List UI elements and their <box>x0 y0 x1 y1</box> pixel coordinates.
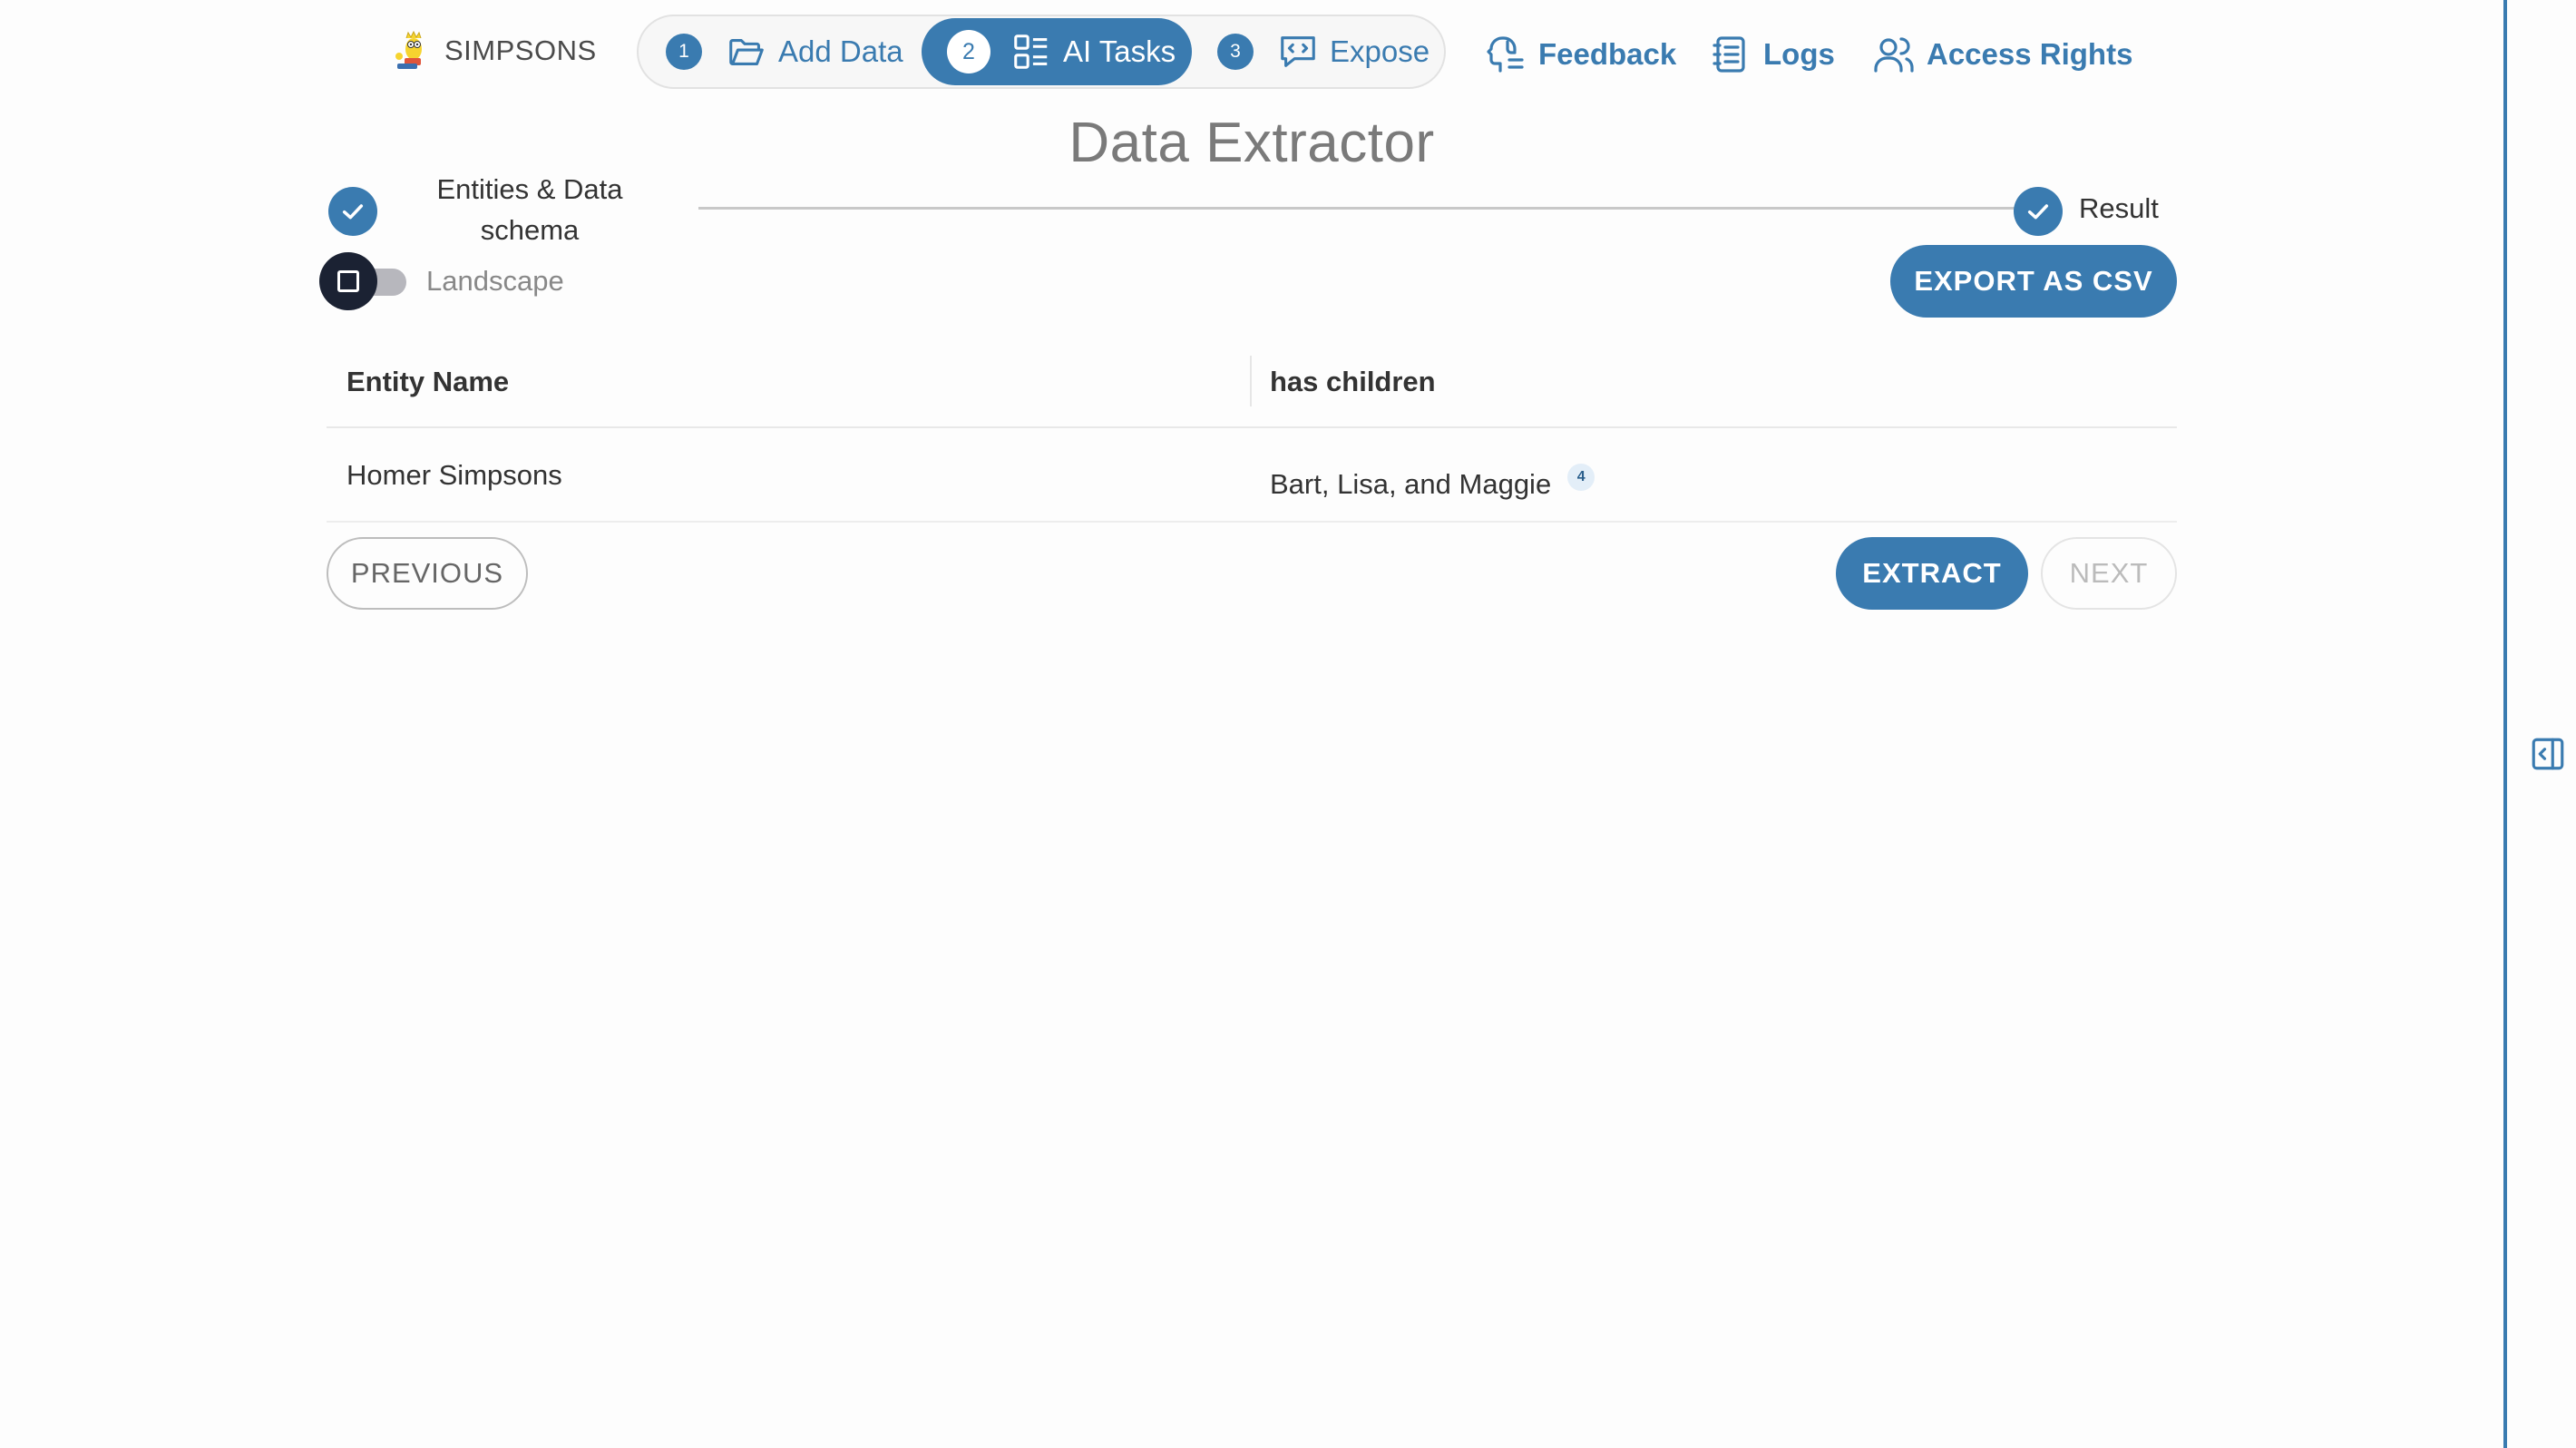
step-add-data[interactable]: 1 Add Data <box>666 18 903 85</box>
side-panel <box>2503 0 2576 1448</box>
landscape-label: Landscape <box>426 265 564 297</box>
workflow-steps: 1 Add Data 2 AI Tasks 3 Expose <box>637 15 1446 89</box>
step-ai-tasks[interactable]: 2 AI Tasks <box>922 18 1192 85</box>
step-complete-check-icon <box>2014 187 2063 236</box>
column-header-entity-name[interactable]: Entity Name <box>346 338 509 426</box>
nav-logs-label: Logs <box>1763 37 1835 71</box>
cell-value: Bart, Lisa, and Maggie <box>1270 468 1552 500</box>
nav-feedback[interactable]: Feedback <box>1484 29 1676 80</box>
tasks-list-icon <box>1014 34 1048 69</box>
simpsons-logo-icon <box>395 30 422 69</box>
step-expose[interactable]: 3 Expose <box>1217 18 1429 85</box>
cell-has-children: Bart, Lisa, and Maggie 4 <box>1270 464 1595 501</box>
step-label: AI Tasks <box>1063 34 1176 68</box>
landscape-toggle[interactable] <box>319 252 410 310</box>
column-header-has-children[interactable]: has children <box>1270 338 1436 426</box>
panel-expand-icon[interactable] <box>2529 735 2567 773</box>
users-icon <box>1874 37 1914 73</box>
extract-button[interactable]: EXTRACT <box>1836 537 2028 610</box>
nav-feedback-label: Feedback <box>1538 37 1677 71</box>
brand[interactable]: SIMPSONS <box>388 27 597 74</box>
page-title: Data Extractor <box>1068 112 1435 174</box>
step-number-badge: 1 <box>666 34 702 70</box>
square-icon <box>337 270 359 292</box>
step-complete-check-icon <box>328 187 377 236</box>
previous-button[interactable]: PREVIOUS <box>327 537 528 610</box>
code-chat-icon <box>1281 36 1315 67</box>
step-label: Expose <box>1330 34 1430 68</box>
next-button[interactable]: NEXT <box>2041 537 2177 610</box>
export-csv-button[interactable]: EXPORT AS CSV <box>1890 245 2177 318</box>
step-label: Add Data <box>778 34 903 68</box>
stepper-label-result: Result <box>2079 192 2159 224</box>
notebook-icon <box>1712 36 1745 73</box>
folder-open-icon <box>729 39 764 65</box>
step-number-badge: 3 <box>1217 34 1254 70</box>
cell-entity-name: Homer Simpsons <box>346 459 562 491</box>
column-divider[interactable] <box>1250 356 1252 406</box>
toggle-thumb <box>319 252 377 310</box>
table-row: Homer Simpsons Bart, Lisa, and Maggie 4 <box>327 428 2177 523</box>
nav-logs[interactable]: Logs <box>1709 29 1835 80</box>
table-header: Entity Name has children <box>327 338 2177 428</box>
citation-badge[interactable]: 4 <box>1567 464 1595 491</box>
stepper-label-schema: Entities & Data schema <box>436 173 623 246</box>
nav-access-rights[interactable]: Access Rights <box>1872 29 2132 80</box>
stepper-connector <box>698 207 2023 210</box>
brain-feedback-icon <box>1487 36 1524 73</box>
nav-access-rights-label: Access Rights <box>1927 37 2133 71</box>
brand-name: SIMPSONS <box>444 34 597 66</box>
step-number-badge: 2 <box>947 30 990 73</box>
results-table: Entity Name has children Homer Simpsons … <box>327 338 2177 523</box>
